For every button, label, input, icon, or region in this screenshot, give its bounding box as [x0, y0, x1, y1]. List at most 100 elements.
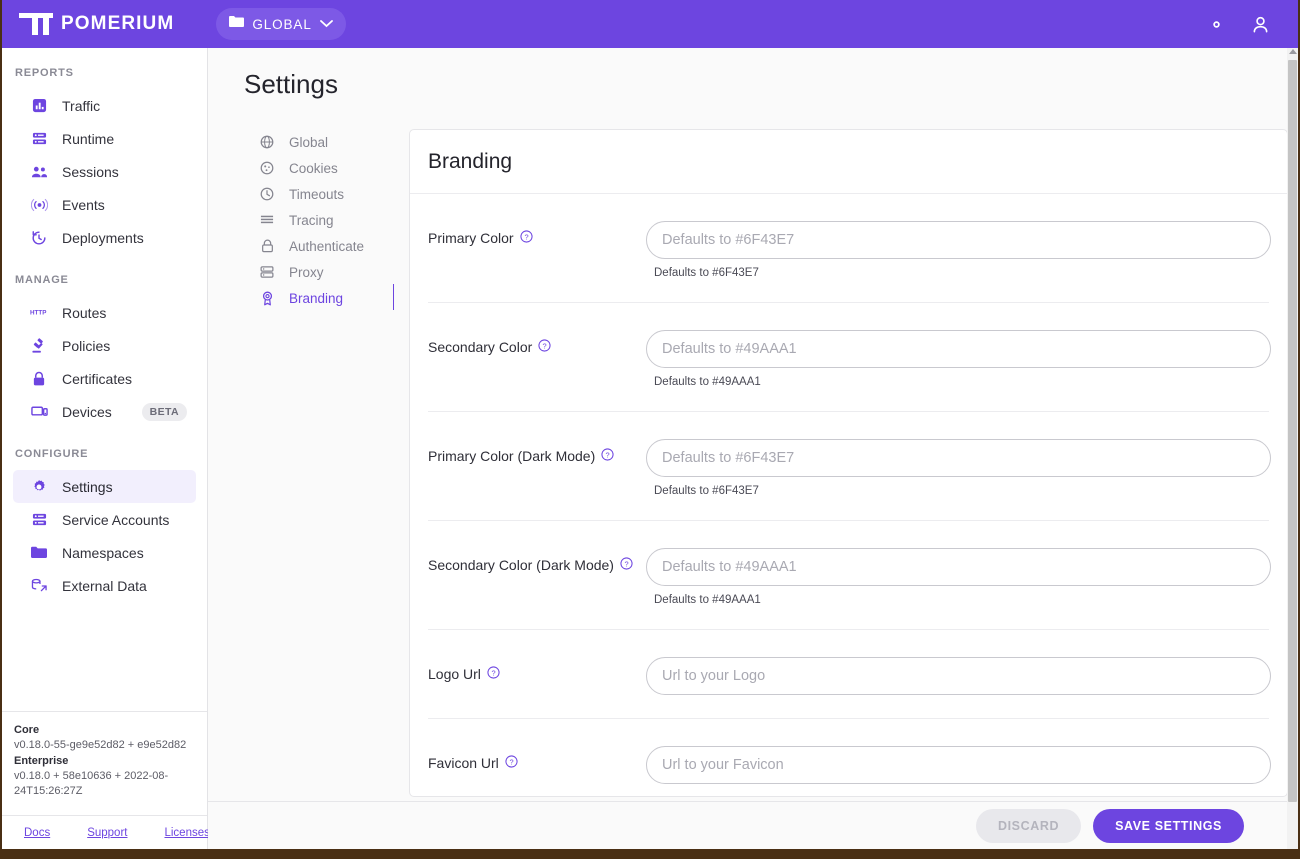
sidebar-section-manage: MANAGE: [15, 274, 69, 286]
scrollbar-thumb[interactable]: [1288, 60, 1297, 802]
clock-icon: [258, 187, 276, 201]
users-icon: [29, 165, 49, 179]
logo-url-input[interactable]: [646, 657, 1271, 695]
help-circle-icon[interactable]: ?: [505, 755, 518, 773]
help-circle-icon[interactable]: ?: [620, 557, 633, 575]
sidebar-item-settings[interactable]: Settings: [13, 470, 196, 503]
settings-layout: Global Cookies Timeouts Tracing Authenti…: [208, 100, 1292, 797]
broadcast-icon: [29, 198, 49, 212]
action-bar: DISCARD SAVE SETTINGS: [208, 801, 1292, 849]
subnav-item-proxy[interactable]: Proxy: [244, 259, 394, 285]
vertical-scrollbar[interactable]: [1287, 48, 1298, 849]
field-label-text: Logo Url: [428, 666, 481, 682]
field-secondary-color: Secondary Color ? Defaults to #49AAA1: [428, 303, 1271, 412]
sidebar-item-label: Service Accounts: [62, 511, 170, 528]
page-title: Settings: [244, 69, 338, 99]
sidebar-item-sessions[interactable]: Sessions: [13, 155, 196, 188]
discard-button[interactable]: DISCARD: [975, 808, 1082, 843]
namespace-label: GLOBAL: [252, 16, 312, 32]
field-label-text: Primary Color (Dark Mode): [428, 448, 596, 464]
sidebar-item-label: Namespaces: [62, 544, 144, 561]
subnav-item-authenticate[interactable]: Authenticate: [244, 233, 394, 259]
field-logo-url: Logo Url ?: [428, 630, 1271, 719]
device-icon: [29, 405, 49, 418]
svg-text:?: ?: [624, 559, 628, 568]
gear-icon: [29, 479, 49, 495]
sidebar-item-service-accounts[interactable]: Service Accounts: [13, 503, 196, 536]
sidebar-item-external-data[interactable]: External Data: [13, 569, 196, 602]
sidebar-item-namespaces[interactable]: Namespaces: [13, 536, 196, 569]
field-label-text: Secondary Color (Dark Mode): [428, 557, 614, 573]
help-circle-icon[interactable]: ?: [601, 448, 614, 466]
sidebar-item-certificates[interactable]: Certificates: [13, 362, 196, 395]
footer-link-support[interactable]: Support: [87, 827, 127, 839]
sidebar-item-label: Sessions: [62, 163, 119, 180]
card-title: Branding: [428, 150, 513, 173]
subnav-item-cookies[interactable]: Cookies: [244, 155, 394, 181]
gear-icon[interactable]: [1207, 15, 1226, 34]
subnav-item-timeouts[interactable]: Timeouts: [244, 181, 394, 207]
primary-color-input[interactable]: [646, 221, 1271, 259]
user-icon[interactable]: [1250, 14, 1271, 35]
external-db-icon: [29, 578, 49, 593]
sidebar-item-devices[interactable]: Devices BETA: [13, 395, 196, 428]
sidebar-section-configure: CONFIGURE: [15, 448, 89, 460]
field-favicon-url: Favicon Url ?: [428, 719, 1271, 796]
sidebar-item-runtime[interactable]: Runtime: [13, 122, 196, 155]
folder-icon: [29, 546, 49, 559]
scroll-up-arrow-icon[interactable]: [1289, 49, 1297, 54]
card-body: Primary Color ? Defaults to #6F43E7 Defa…: [410, 194, 1287, 796]
sidebar-item-label: External Data: [62, 577, 147, 594]
top-bar: POMERIUM GLOBAL: [2, 0, 1298, 48]
cookie-icon: [258, 161, 276, 175]
brand-logo[interactable]: POMERIUM: [19, 13, 174, 35]
field-helper-text: Defaults to #6F43E7: [654, 267, 759, 279]
sidebar-item-label: Deployments: [62, 229, 144, 246]
field-primary-color: Primary Color ? Defaults to #6F43E7: [428, 194, 1271, 303]
subnav-item-label: Global: [289, 134, 329, 150]
field-control: Defaults to #49AAA1: [646, 548, 1271, 629]
subnav-item-branding[interactable]: Branding: [244, 285, 394, 311]
help-circle-icon[interactable]: ?: [487, 666, 500, 684]
history-icon: [29, 230, 49, 246]
subnav-item-label: Tracing: [289, 212, 334, 228]
subnav-item-tracing[interactable]: Tracing: [244, 207, 394, 233]
secondary-color-dark-input[interactable]: [646, 548, 1271, 586]
save-settings-button[interactable]: SAVE SETTINGS: [1093, 808, 1244, 843]
settings-subnav: Global Cookies Timeouts Tracing Authenti…: [244, 129, 394, 797]
sidebar-item-routes[interactable]: HTTP Routes: [13, 296, 196, 329]
field-helper-text: Defaults to #49AAA1: [654, 594, 761, 606]
favicon-url-input[interactable]: [646, 746, 1271, 784]
help-circle-icon[interactable]: ?: [538, 339, 551, 357]
http-icon: HTTP: [29, 308, 49, 317]
active-subnav-indicator: [393, 284, 394, 310]
subnav-item-label: Branding: [289, 290, 344, 306]
field-helper-text: Defaults to #49AAA1: [654, 376, 761, 388]
core-version-value: v0.18.0-55-ge9e52d82 + e9e52d82: [14, 739, 187, 751]
main-content: Settings Global Cookies Timeouts Tracing…: [208, 48, 1292, 849]
help-circle-icon[interactable]: ?: [519, 230, 533, 248]
enterprise-version-title: Enterprise: [14, 755, 69, 767]
sidebar-item-label: Settings: [62, 478, 113, 495]
sidebar-item-policies[interactable]: Policies: [13, 329, 196, 362]
field-helper-text: Defaults to #6F43E7: [654, 485, 759, 497]
sidebar-item-deployments[interactable]: Deployments: [13, 221, 196, 254]
footer-link-docs[interactable]: Docs: [24, 827, 50, 839]
subnav-item-global[interactable]: Global: [244, 129, 394, 155]
footer-link-licenses[interactable]: Licenses: [164, 827, 209, 839]
field-label-text: Favicon Url: [428, 755, 499, 771]
sidebar-item-events[interactable]: Events: [13, 188, 196, 221]
field-control: [646, 746, 1271, 796]
secondary-color-input[interactable]: [646, 330, 1271, 368]
namespace-selector[interactable]: GLOBAL: [216, 8, 346, 40]
sidebar-item-label: Certificates: [62, 370, 133, 387]
badge-icon: [258, 291, 276, 306]
subnav-item-label: Authenticate: [289, 238, 365, 254]
brand-name: POMERIUM: [61, 13, 175, 34]
svg-text:HTTP: HTTP: [30, 310, 46, 317]
sidebar-item-traffic[interactable]: Traffic: [13, 89, 196, 122]
primary-color-dark-input[interactable]: [646, 439, 1271, 477]
field-label-text: Secondary Color: [428, 339, 533, 355]
sidebar: REPORTS Traffic Runtime Sessions Events …: [2, 48, 210, 849]
sidebar-item-label: Events: [62, 196, 105, 213]
